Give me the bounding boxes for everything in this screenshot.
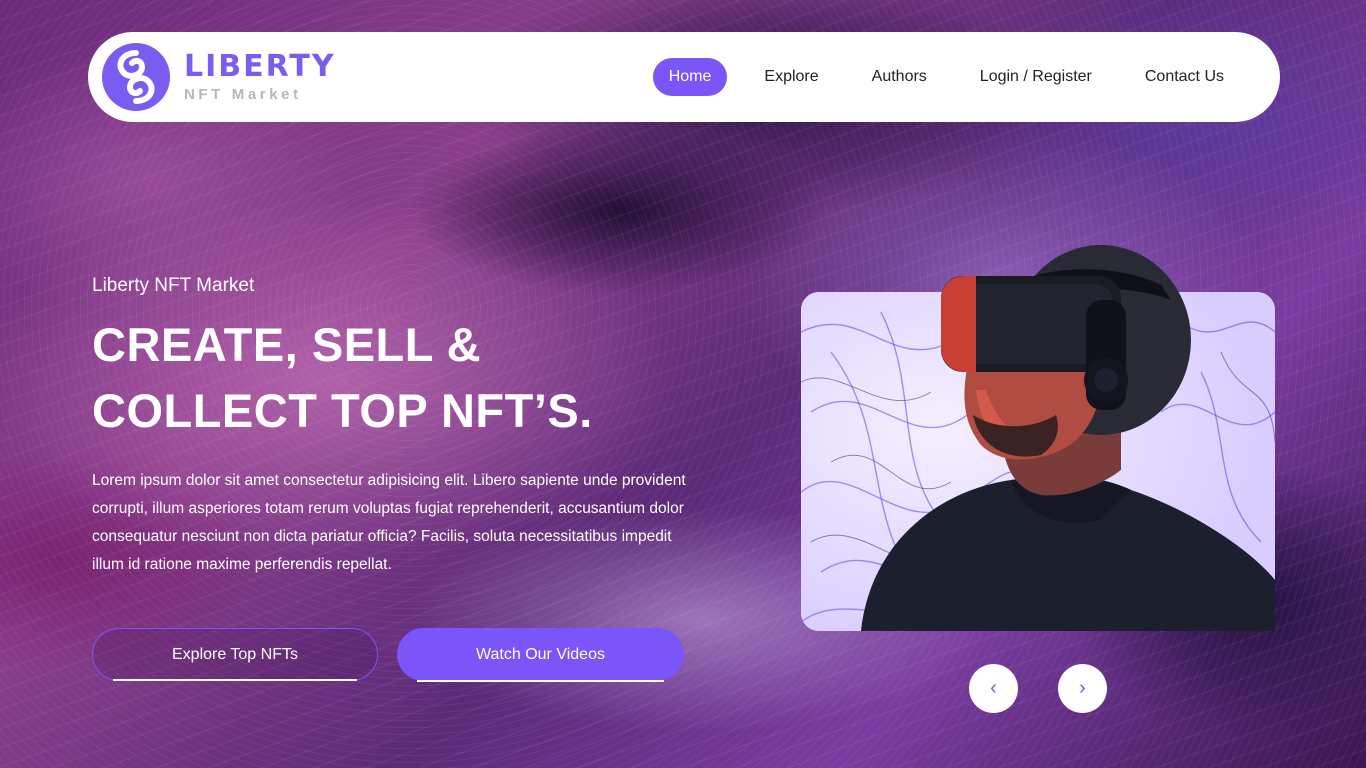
- watch-our-videos-button[interactable]: Watch Our Videos: [397, 628, 684, 682]
- nav-home[interactable]: Home: [652, 58, 728, 96]
- carousel-prev-button[interactable]: ‹: [969, 664, 1018, 713]
- nav-explore[interactable]: Explore: [748, 58, 834, 96]
- chevron-right-icon: ›: [1079, 677, 1086, 699]
- hero-image-card: [801, 245, 1275, 631]
- carousel-next-button[interactable]: ›: [1058, 664, 1107, 713]
- chevron-left-icon: ‹: [990, 677, 997, 699]
- nav-authors[interactable]: Authors: [856, 58, 943, 96]
- nav-contact-us[interactable]: Contact Us: [1129, 58, 1240, 96]
- explore-top-nfts-button[interactable]: Explore Top NFTs: [92, 628, 378, 681]
- brand-title: LIBERTY: [184, 48, 336, 84]
- navbar: LIBERTY NFT Market Home Explore Authors …: [88, 32, 1280, 122]
- hero-eyebrow: Liberty NFT Market: [92, 275, 255, 296]
- brand-subtitle: NFT Market: [184, 85, 302, 103]
- hero-headline-line2: COLLECT TOP NFT’S.: [92, 384, 593, 437]
- nav-login-register[interactable]: Login / Register: [964, 58, 1108, 96]
- hero-description: Lorem ipsum dolor sit amet consectetur a…: [92, 472, 686, 573]
- liberty-swirl-logo-icon: [102, 43, 170, 111]
- brand-logo[interactable]: LIBERTY NFT Market: [102, 43, 336, 111]
- hero-headline-line1: CREATE, SELL &: [92, 318, 482, 371]
- vr-headset-person-image: [861, 245, 1275, 631]
- hero-headline: CREATE, SELL & COLLECT TOP NFT’S.: [92, 312, 712, 444]
- main-nav: Home Explore Authors Login / Register Co…: [632, 58, 1240, 96]
